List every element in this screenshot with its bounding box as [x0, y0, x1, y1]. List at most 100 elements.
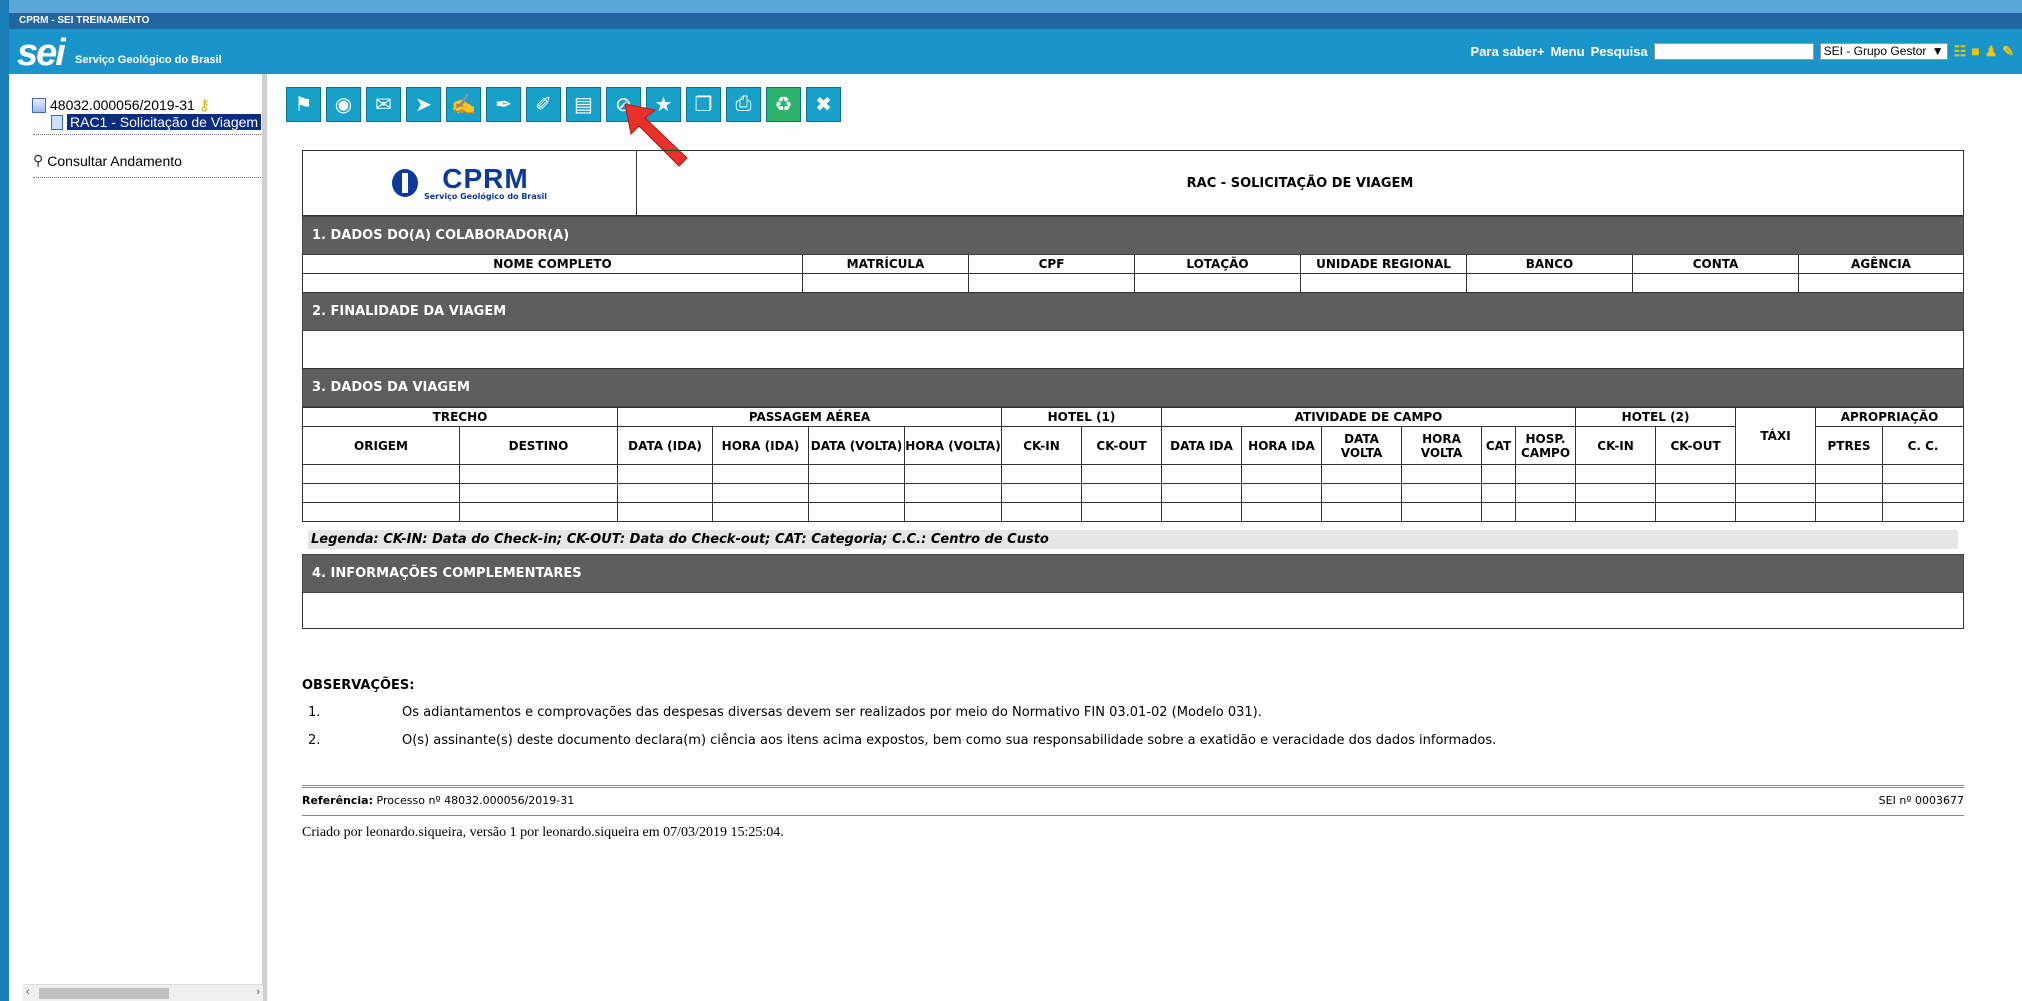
cprm-logo: CPRM Serviço Geológico do Brasil: [391, 164, 548, 201]
enviar-processo-icon[interactable]: ➤: [406, 87, 441, 122]
brand-name: Serviço Geológico do Brasil: [75, 54, 222, 66]
field-cell: [1161, 464, 1243, 484]
field-cell: [1815, 483, 1884, 503]
field-cell: [1798, 273, 1964, 293]
legend-text: Legenda: CK-IN: Data do Check-in; CK-OUT…: [308, 530, 1958, 549]
finalidade-field: [302, 330, 1964, 369]
help-link[interactable]: Para saber+: [1471, 44, 1545, 59]
consult-label[interactable]: Consultar Andamento: [47, 153, 182, 169]
obs-number: 1.: [308, 705, 321, 720]
sei-logo[interactable]: sei: [17, 32, 66, 75]
col-header: NOME COMPLETO: [302, 254, 803, 274]
key-icon: ⚷: [198, 97, 210, 114]
field-cell: [1575, 502, 1657, 522]
incluir-documento-icon[interactable]: ⚑: [286, 87, 321, 122]
field-cell: [1735, 502, 1817, 522]
field-cell: [1001, 464, 1083, 484]
section3-title: 3. DADOS DA VIAGEM: [302, 368, 1964, 407]
document-icon: [51, 114, 63, 130]
list-item: 1. Os adiantamentos e comprovações das d…: [302, 699, 1262, 727]
observacoes: OBSERVAÇÕES: 1. Os adiantamentos e compr…: [302, 678, 1496, 755]
top-icons: ☷ ■ ♟ ✎: [1954, 43, 2014, 60]
col-ckin2: CK-IN: [1575, 426, 1657, 465]
gerar-pdf-icon[interactable]: ⎙: [726, 87, 761, 122]
field-cell: [1001, 483, 1083, 503]
field-cell: [1401, 464, 1483, 484]
field-cell: [808, 483, 905, 503]
sei-number: SEI nº 0003677: [1878, 794, 1964, 807]
group-trecho: TRECHO: [302, 407, 618, 427]
group-hotel2: HOTEL (2): [1575, 407, 1737, 427]
bloco-assinatura-icon[interactable]: ✐: [526, 87, 561, 122]
editar-documento-icon[interactable]: ✍: [446, 87, 481, 122]
field-cell: [1081, 502, 1163, 522]
imprimir-icon[interactable]: ▤: [566, 87, 601, 122]
field-cell: [1481, 502, 1517, 522]
reference-line: Referência: Processo nº 48032.000056/201…: [302, 785, 1964, 807]
field-cell: [1481, 464, 1517, 484]
field-cell: [1882, 464, 1964, 484]
horizontal-scrollbar[interactable]: ‹ ›: [23, 984, 263, 1001]
consult-andamento-link[interactable]: ⚲ Consultar Andamento: [33, 152, 182, 169]
tree-document-node[interactable]: RAC1 - Solicitação de Viagem: [51, 114, 262, 130]
reference-label: Referência:: [302, 794, 374, 807]
scroll-left-icon[interactable]: ‹: [26, 986, 30, 998]
control-processos-icon[interactable]: ☷: [1954, 43, 1967, 60]
acompanhamento-icon[interactable]: ◉: [326, 87, 361, 122]
reabrir-icon[interactable]: ♻: [766, 87, 801, 122]
field-cell: [968, 273, 1135, 293]
search-input[interactable]: [1653, 43, 1814, 60]
tree-process-node[interactable]: 48032.000056/2019-31 ⚷: [32, 96, 210, 114]
menu-link[interactable]: Menu: [1551, 44, 1585, 59]
field-cell: [903, 502, 1003, 522]
field-cell: [1241, 502, 1323, 522]
field-cell: [1632, 273, 1799, 293]
col-header: BANCO: [1466, 254, 1633, 274]
scroll-right-icon[interactable]: ›: [256, 986, 260, 998]
field-cell: [903, 464, 1003, 484]
field-cell: [1735, 483, 1817, 503]
field-cell: [1466, 273, 1633, 293]
unit-select-value: SEI - Grupo Gestor: [1823, 44, 1927, 58]
user-icon[interactable]: ♟: [1985, 43, 1998, 60]
excluir-icon[interactable]: ✖: [806, 87, 841, 122]
copiar-icon[interactable]: ❐: [686, 87, 721, 122]
unit-select[interactable]: SEI - Grupo Gestor ▼: [1819, 43, 1948, 60]
col-origem: ORIGEM: [302, 426, 460, 465]
new-notes-icon[interactable]: ■: [1971, 43, 1979, 60]
assinar-icon[interactable]: ✒: [486, 87, 521, 122]
col-ckout: CK-OUT: [1081, 426, 1163, 465]
field-cell: [712, 502, 809, 522]
col-destino: DESTINO: [459, 426, 618, 465]
document-label[interactable]: RAC1 - Solicitação de Viagem: [67, 114, 262, 130]
section2-title: 2. FINALIDADE DA VIAGEM: [302, 292, 1964, 331]
field-cell: [1134, 273, 1301, 293]
tools-icon[interactable]: ✎: [2002, 43, 2014, 60]
info-complementares-field: [302, 592, 1964, 629]
group-hotel1: HOTEL (1): [1001, 407, 1163, 427]
cprm-logo-cell: CPRM Serviço Geológico do Brasil: [302, 150, 637, 216]
field-cell: [459, 464, 618, 484]
field-cell: [712, 464, 809, 484]
process-icon: [32, 97, 46, 113]
col-header: CONTA: [1632, 254, 1799, 274]
scrollbar-thumb[interactable]: [39, 988, 169, 999]
table-row: [302, 464, 1964, 484]
col-hora-volta-campo: HORA VOLTA: [1401, 426, 1483, 465]
field-cell: [302, 483, 460, 503]
cprm-subtitle: Serviço Geológico do Brasil: [423, 191, 548, 201]
chevron-down-icon: ▼: [1931, 44, 1944, 58]
col-hosp-campo: HOSP. CAMPO: [1515, 426, 1577, 465]
enviar-email-icon[interactable]: ✉: [366, 87, 401, 122]
section1-title: 1. DADOS DO(A) COLABORADOR(A): [302, 216, 1964, 255]
cprm-mark-icon: [391, 169, 418, 197]
col-header: MATRÍCULA: [802, 254, 969, 274]
group-taxi: TÁXI: [1735, 407, 1817, 465]
field-cell: [1515, 464, 1577, 484]
field-cell: [1321, 502, 1403, 522]
document-header-table: CPRM Serviço Geológico do Brasil RAC - S…: [302, 150, 1964, 216]
field-cell: [1241, 464, 1323, 484]
col-header: LOTAÇÃO: [1134, 254, 1301, 274]
tree-divider: [33, 134, 261, 135]
process-number[interactable]: 48032.000056/2019-31: [50, 97, 195, 113]
